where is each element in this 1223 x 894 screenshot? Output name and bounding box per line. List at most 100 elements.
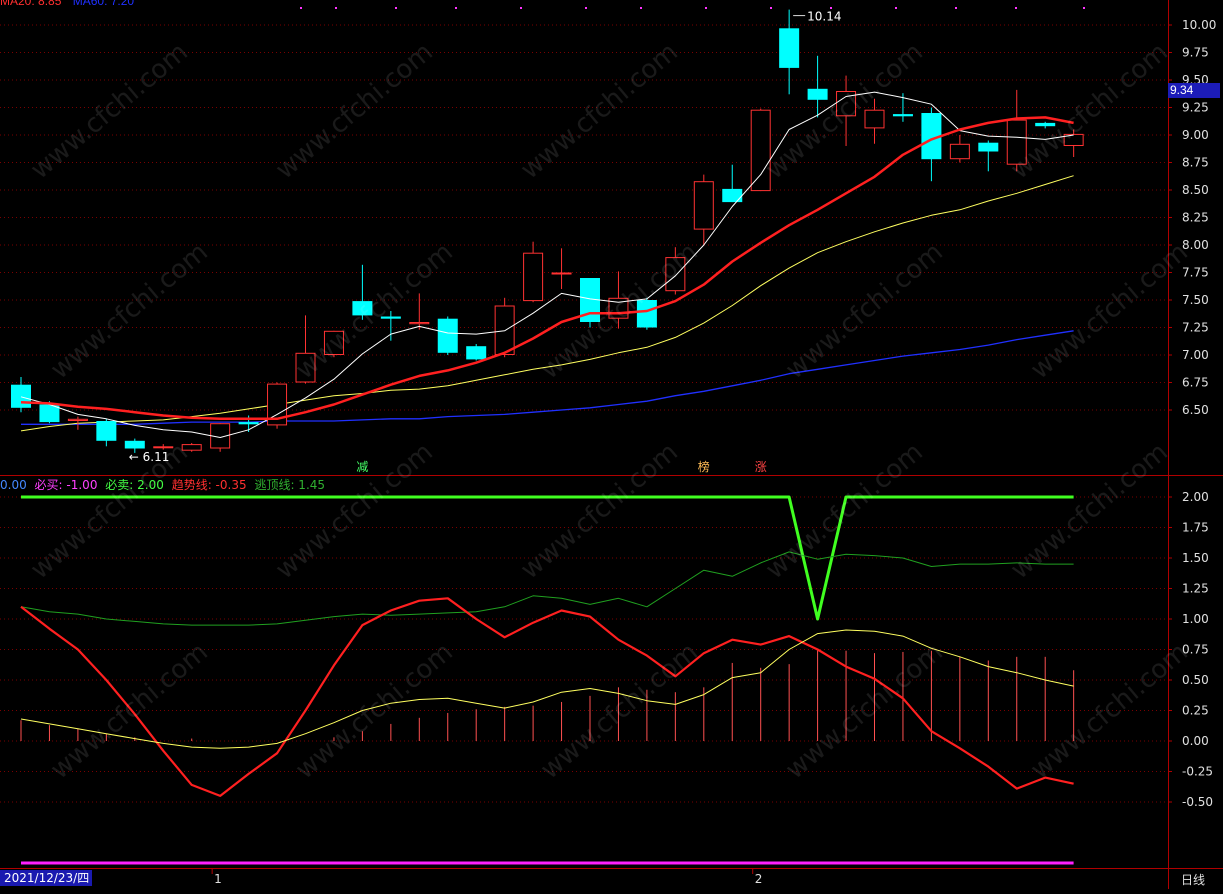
candle-up — [551, 248, 572, 289]
legend-zero: 0.00 — [0, 478, 27, 492]
price-tick-label: 9.00 — [1182, 128, 1209, 142]
indicator-tick-label: 0.25 — [1182, 704, 1209, 718]
signal-dot — [770, 7, 772, 9]
candle-body — [437, 318, 458, 353]
indicator-tick-label: 1.25 — [1182, 582, 1209, 596]
watermark-text: www.cfchi.com — [270, 437, 439, 585]
watermark-text: www.cfchi.com — [535, 637, 704, 785]
price-tick-label: 9.75 — [1182, 46, 1209, 60]
candle-body — [551, 272, 572, 275]
watermark-text: www.cfchi.com — [780, 637, 949, 785]
candle-down — [978, 140, 999, 172]
candle-down — [437, 316, 458, 355]
signal-dot — [520, 7, 522, 9]
indicator-tick-label: 0.50 — [1182, 673, 1209, 687]
price-tick-label: 8.50 — [1182, 183, 1209, 197]
watermark-text: www.cfchi.com — [515, 437, 684, 585]
legend-must-sell: 必卖: 2.00 — [105, 478, 164, 492]
indicator-tick-label: 1.75 — [1182, 521, 1209, 535]
legend-top-escape-line: 逃顶线: 1.45 — [254, 478, 326, 492]
price-tick-label: 9.25 — [1182, 101, 1209, 115]
candle-up — [409, 293, 430, 330]
watermark-text: www.cfchi.com — [1005, 437, 1174, 585]
candle-body — [807, 88, 828, 100]
watermark-text: www.cfchi.com — [270, 37, 439, 185]
ma-legend-text: MA20: 8.85 — [0, 0, 62, 8]
signal-dot — [1083, 7, 1085, 9]
price-tick-label: 7.50 — [1182, 293, 1209, 307]
candle-body — [409, 322, 430, 325]
watermark-text: www.cfchi.com — [760, 437, 929, 585]
watermark-text: www.cfchi.com — [290, 637, 459, 785]
chart-stage: 10.00 9.75 9.50 9.25 9.00 8.75 8.50 8.25 8.00 7.7… — [0, 0, 1223, 889]
signal-dot — [455, 7, 457, 9]
candle-body — [949, 143, 970, 160]
candle-body — [238, 422, 259, 425]
price-tick-label: 8.25 — [1182, 211, 1209, 225]
price-tick-label: 8.75 — [1182, 156, 1209, 170]
signal-dot — [640, 7, 642, 9]
signal-label: 榜 — [698, 459, 710, 474]
stock-chart-svg: 10.009.759.509.259.008.758.508.258.007.7… — [0, 0, 1223, 889]
candle-body — [523, 252, 544, 302]
high-annotation-label: 10.14 — [807, 10, 841, 24]
time-tick-label: 2 — [755, 872, 763, 886]
cursor-date-label: 2021/12/23/四 — [0, 870, 92, 886]
watermark-text: www.cfchi.com — [1005, 37, 1174, 185]
price-tick-label: 7.25 — [1182, 321, 1209, 335]
candle-up — [693, 174, 714, 245]
indicator-tick-label: 1.00 — [1182, 612, 1209, 626]
price-tick-label: 7.75 — [1182, 266, 1209, 280]
signal-dot — [335, 7, 337, 9]
candle-body — [96, 421, 117, 441]
ma-legend-extra: MA60: 7.20 — [72, 0, 135, 8]
indicator-tick-label: 2.00 — [1182, 490, 1209, 504]
candle-body — [693, 181, 714, 230]
indicator-tick-label: 0.00 — [1182, 734, 1209, 748]
signal-label: 减 — [356, 460, 368, 474]
candle-down — [722, 164, 743, 203]
watermark-text: www.cfchi.com — [25, 37, 194, 185]
signal-dot — [585, 7, 587, 9]
indicator-tick-label: -0.50 — [1182, 795, 1213, 809]
price-tick-label: 6.50 — [1182, 403, 1209, 417]
candle-body — [124, 440, 145, 449]
signal-dot — [395, 7, 397, 9]
price-tick-label: 6.75 — [1182, 376, 1209, 390]
candle-body — [864, 109, 885, 129]
time-tick-label: 1 — [214, 872, 222, 886]
candle-body — [978, 142, 999, 152]
indicator-tick-label: -0.25 — [1182, 765, 1213, 779]
price-tick-label: 8.00 — [1182, 238, 1209, 252]
price-tick-label: 10.00 — [1182, 18, 1216, 32]
signal-label: 涨 — [755, 459, 767, 474]
ma-legend: MA20: 8.85 MA60: 7.20 — [0, 0, 134, 8]
watermark-text: www.cfchi.com — [45, 237, 214, 385]
candle-body — [750, 109, 771, 192]
candle-body — [67, 418, 88, 421]
candle-body — [11, 384, 31, 408]
legend-must-buy: 必买: -1.00 — [34, 478, 98, 492]
watermark-text: www.cfchi.com — [25, 437, 194, 585]
signal-dot — [895, 7, 897, 9]
indicator-tick-label: 1.50 — [1182, 551, 1209, 565]
candle-body — [722, 188, 743, 203]
candle-body — [892, 114, 913, 117]
watermark-text: www.cfchi.com — [290, 237, 459, 385]
indicator-legend: 0.00 必买: -1.00 必卖: 2.00 趋势线: -0.35 逃顶线: … — [0, 476, 329, 493]
candle-up — [523, 241, 544, 303]
signal-dot — [955, 7, 957, 9]
candle-up — [949, 135, 970, 163]
candle-body — [779, 28, 800, 68]
legend-trend-line: 趋势线: -0.35 — [171, 478, 247, 492]
candle-down — [96, 418, 117, 447]
current-price-tag: 9.34 — [1168, 83, 1220, 98]
candle-down — [779, 9, 800, 95]
watermark-text: www.cfchi.com — [515, 37, 684, 185]
signal-dot — [705, 7, 707, 9]
signal-dot — [300, 7, 302, 9]
candle-down — [466, 344, 487, 361]
period-label[interactable]: 日线 — [1181, 871, 1205, 888]
price-tick-label: 7.00 — [1182, 348, 1209, 362]
candle-up — [750, 108, 771, 192]
